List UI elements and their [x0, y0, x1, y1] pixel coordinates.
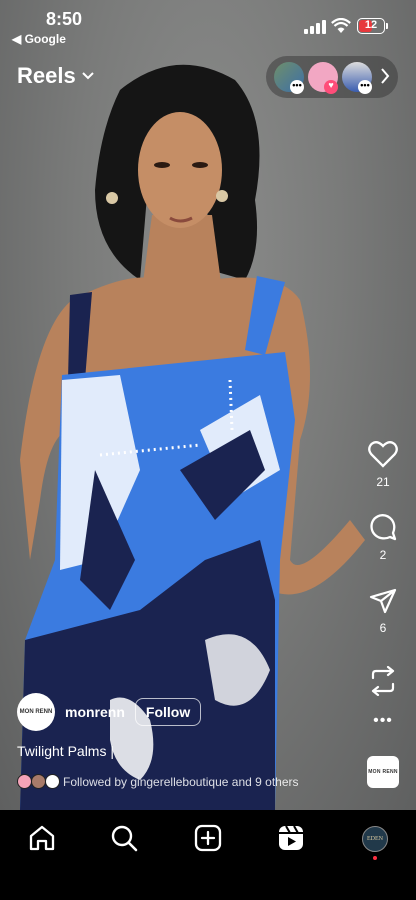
mutual-avatar	[17, 774, 32, 789]
comment-count: 2	[379, 548, 387, 562]
remix-button[interactable]	[363, 665, 403, 701]
remix-icon	[371, 665, 395, 697]
create-icon[interactable]	[194, 824, 222, 852]
profile-tab-avatar[interactable]: EDEN	[362, 826, 388, 852]
chevron-right-icon	[381, 68, 390, 84]
like-button[interactable]: 21	[363, 440, 403, 489]
back-to-app-link[interactable]: ◀ Google	[12, 32, 66, 46]
reel-author: MON RENN monrenn Follow	[17, 693, 202, 731]
notification-dot	[373, 856, 377, 860]
reels-feed-selector[interactable]: Reels	[17, 63, 94, 89]
battery-icon: 12	[357, 18, 385, 34]
bottom-tab-bar	[0, 810, 416, 900]
reel-video[interactable]	[0, 0, 416, 810]
avatar[interactable]: MON RENN	[17, 693, 55, 731]
comment-icon	[370, 514, 397, 541]
more-options-icon[interactable]: •••	[363, 712, 403, 730]
mutual-avatar	[31, 774, 46, 789]
audio-thumbnail[interactable]: MON RENN	[367, 756, 399, 788]
followed-by-text: Followed by gingerelleboutique and 9 oth…	[63, 775, 299, 789]
mutual-avatars	[17, 774, 63, 790]
username-link[interactable]: monrenn	[65, 704, 125, 720]
comment-button[interactable]: 2	[363, 513, 403, 562]
status-bar: 8:50 ◀ Google 12	[0, 0, 416, 50]
reels-icon[interactable]	[277, 824, 305, 852]
more-icon: •••	[290, 80, 304, 94]
search-icon[interactable]	[110, 824, 138, 852]
wifi-icon	[331, 18, 351, 33]
heart-badge-icon: ♥	[324, 80, 338, 94]
send-icon	[369, 588, 397, 614]
followed-by-row[interactable]: Followed by gingerelleboutique and 9 oth…	[17, 774, 299, 790]
home-icon[interactable]	[28, 824, 56, 852]
chevron-down-icon	[82, 72, 94, 80]
page-title: Reels	[17, 63, 76, 88]
share-count: 6	[379, 621, 387, 635]
friends-activity-pill[interactable]: ••• ♥ •••	[266, 56, 398, 98]
share-button[interactable]: 6	[363, 588, 403, 635]
reel-video-frame	[20, 64, 365, 810]
reel-caption[interactable]: Twilight Palms |	[17, 743, 114, 759]
mutual-avatar	[45, 774, 60, 789]
cellular-signal-icon	[304, 20, 326, 34]
follow-button[interactable]: Follow	[134, 698, 202, 726]
heart-icon	[368, 441, 398, 468]
battery-percent: 12	[364, 19, 378, 31]
status-time: 8:50	[46, 9, 83, 29]
battery-nub	[386, 23, 388, 29]
more-icon: •••	[358, 80, 372, 94]
like-count: 21	[376, 475, 390, 489]
